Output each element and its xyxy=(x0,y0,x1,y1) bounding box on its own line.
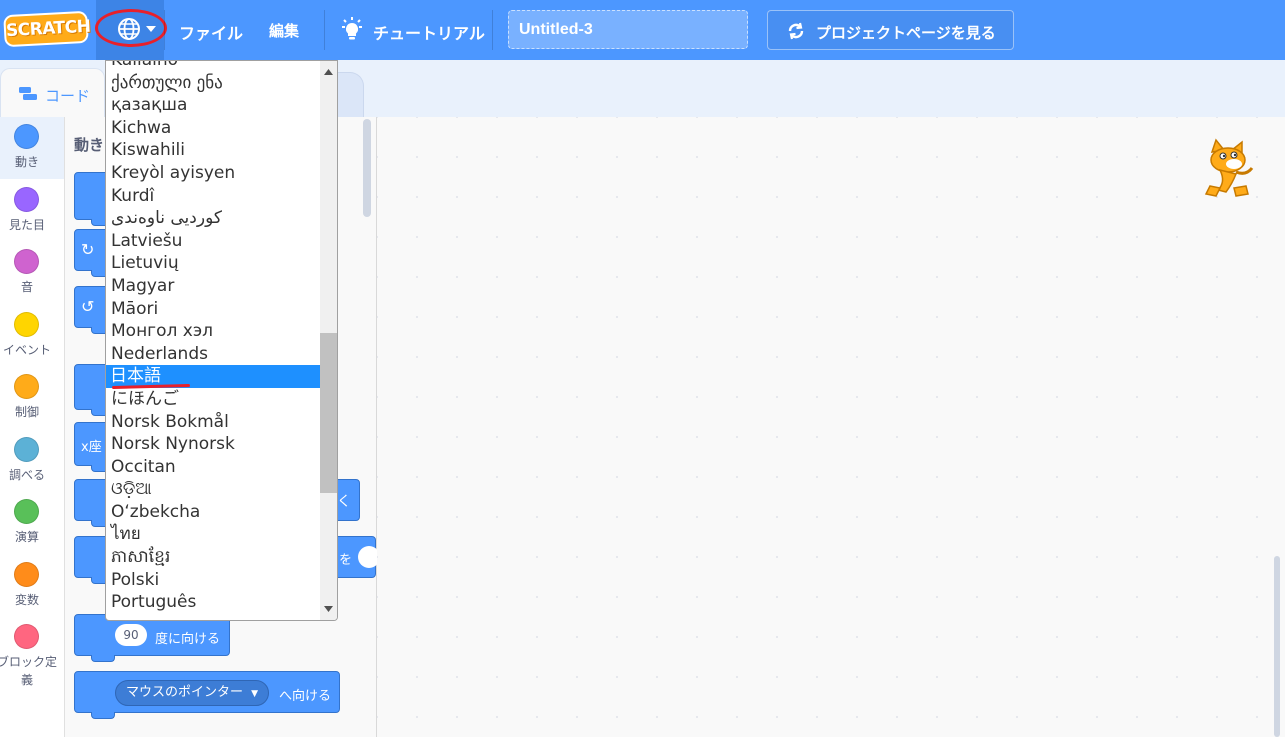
dropdown-scrollbar-thumb[interactable] xyxy=(320,333,337,493)
category-label: イベント xyxy=(2,343,51,357)
category-label: ブロック定義 xyxy=(0,655,57,687)
category-operators[interactable]: 演算 xyxy=(0,492,64,554)
language-option[interactable]: Kurdî xyxy=(106,185,320,208)
tutorials-menu[interactable]: チュートリアル xyxy=(373,20,485,44)
language-option[interactable]: қазақша xyxy=(106,94,320,117)
language-option[interactable]: کوردیی ناوەندی xyxy=(106,207,320,230)
language-option[interactable]: Magyar xyxy=(106,275,320,298)
category-label: 動き xyxy=(14,155,39,169)
tab-code[interactable]: コード xyxy=(0,68,105,118)
language-list: Kaliaino ქართული ენა қазақша Kichwa Kiswahil… xyxy=(106,61,320,614)
category-sensing[interactable]: 調べる xyxy=(0,430,64,492)
turn-left-icon: ↺ xyxy=(81,297,95,316)
language-option[interactable]: Māori xyxy=(106,298,320,321)
language-option[interactable]: Nederlands xyxy=(106,343,320,366)
workspace-scrollbar[interactable] xyxy=(1274,556,1280,737)
language-option[interactable]: Norsk Nynorsk xyxy=(106,433,320,456)
language-option[interactable]: ქართული ენა xyxy=(106,72,320,95)
language-option[interactable]: Polski xyxy=(106,569,320,592)
language-option[interactable]: Kiswahili xyxy=(106,139,320,162)
lightbulb-icon[interactable] xyxy=(340,17,364,43)
category-label: 音 xyxy=(20,280,33,294)
language-option[interactable]: Português xyxy=(106,591,320,614)
project-title-input[interactable]: Untitled-3 xyxy=(508,10,748,49)
language-option[interactable]: ភាសាខ្មែរ xyxy=(106,546,320,569)
direction-input[interactable]: 90 xyxy=(115,624,147,646)
code-workspace[interactable] xyxy=(377,117,1285,737)
category-label: 変数 xyxy=(14,593,39,607)
category-control[interactable]: 制御 xyxy=(0,367,64,429)
language-option[interactable]: ଓଡ଼ିଆ xyxy=(106,478,320,501)
point-towards-block[interactable]: マウスのポインター ▼ へ向ける xyxy=(74,671,340,719)
category-label: 演算 xyxy=(14,530,39,544)
scratch-logo[interactable]: SCRATCH xyxy=(3,10,91,48)
category-dot xyxy=(14,624,39,649)
sprite-cat-icon xyxy=(1204,138,1254,197)
category-dot xyxy=(14,249,39,274)
category-dot xyxy=(14,562,39,587)
category-my-blocks[interactable]: ブロック定義 xyxy=(0,617,64,697)
block-notch xyxy=(91,655,115,662)
category-events[interactable]: イベント xyxy=(0,305,64,367)
menu-divider xyxy=(492,10,493,50)
dropdown-value: マウスのポインター xyxy=(126,685,244,700)
category-dot xyxy=(14,124,39,149)
remix-arrows-icon xyxy=(788,22,804,40)
language-option[interactable]: Lietuvių xyxy=(106,252,320,275)
menu-divider xyxy=(164,10,165,50)
menu-divider xyxy=(324,10,325,50)
category-variables[interactable]: 変数 xyxy=(0,555,64,617)
block-text: x座 xyxy=(81,440,102,455)
block-text: を xyxy=(339,553,353,568)
category-dot xyxy=(14,187,39,212)
palette-heading: 動き xyxy=(74,136,105,154)
language-dropdown[interactable]: Kaliaino ქართული ენა қазақша Kichwa Kiswahil… xyxy=(105,60,338,621)
file-menu[interactable]: ファイル xyxy=(179,20,243,44)
scroll-up-arrow-icon[interactable] xyxy=(324,69,333,75)
block-text: 度に向ける xyxy=(155,632,221,647)
tab-code-label: コード xyxy=(45,87,91,105)
category-dot xyxy=(14,499,39,524)
language-option[interactable]: ไทย xyxy=(106,523,320,546)
category-dot xyxy=(14,312,39,337)
edit-menu[interactable]: 編集 xyxy=(269,20,299,41)
language-option[interactable]: Occitan xyxy=(106,456,320,479)
scroll-down-arrow-icon[interactable] xyxy=(324,606,333,612)
language-option[interactable]: Kaliaino xyxy=(106,61,320,72)
language-option[interactable]: Latviešu xyxy=(106,230,320,253)
block-text: く xyxy=(337,494,351,510)
category-label: 見た目 xyxy=(8,218,45,232)
language-option[interactable]: Монгол хэл xyxy=(106,320,320,343)
see-project-page-label: プロジェクトページを見る xyxy=(816,24,996,42)
menu-bar: SCRATCH ファイル 編集 チュートリアル Untitled-3 プロジェク… xyxy=(0,0,1285,60)
language-option[interactable]: にほんご xyxy=(106,388,320,411)
annotation-circle xyxy=(95,9,167,47)
language-option[interactable]: Kreyòl ayisyen xyxy=(106,162,320,185)
code-blocks-icon xyxy=(19,87,37,100)
category-dot xyxy=(14,437,39,462)
category-menu: 動き 見た目 音 イベント 制御 調べる 演算 変数 ブロック定義 xyxy=(0,117,65,737)
caret-down-icon: ▼ xyxy=(251,689,259,699)
category-label: 制御 xyxy=(14,405,39,419)
category-dot xyxy=(14,374,39,399)
language-option[interactable]: Oʻzbekcha xyxy=(106,501,320,524)
language-option[interactable]: Kichwa xyxy=(106,117,320,140)
category-looks[interactable]: 見た目 xyxy=(0,180,64,242)
category-sound[interactable]: 音 xyxy=(0,242,64,304)
palette-scrollbar[interactable] xyxy=(363,119,371,217)
category-label: 調べる xyxy=(8,468,45,482)
category-motion[interactable]: 動き xyxy=(0,117,64,179)
language-option[interactable]: Norsk Bokmål xyxy=(106,411,320,434)
turn-right-icon: ↻ xyxy=(81,240,95,259)
point-towards-dropdown[interactable]: マウスのポインター ▼ xyxy=(115,680,270,706)
block-text: へ向ける xyxy=(279,689,332,704)
block-notch xyxy=(91,712,115,719)
see-project-page-button[interactable]: プロジェクトページを見る xyxy=(767,10,1014,50)
